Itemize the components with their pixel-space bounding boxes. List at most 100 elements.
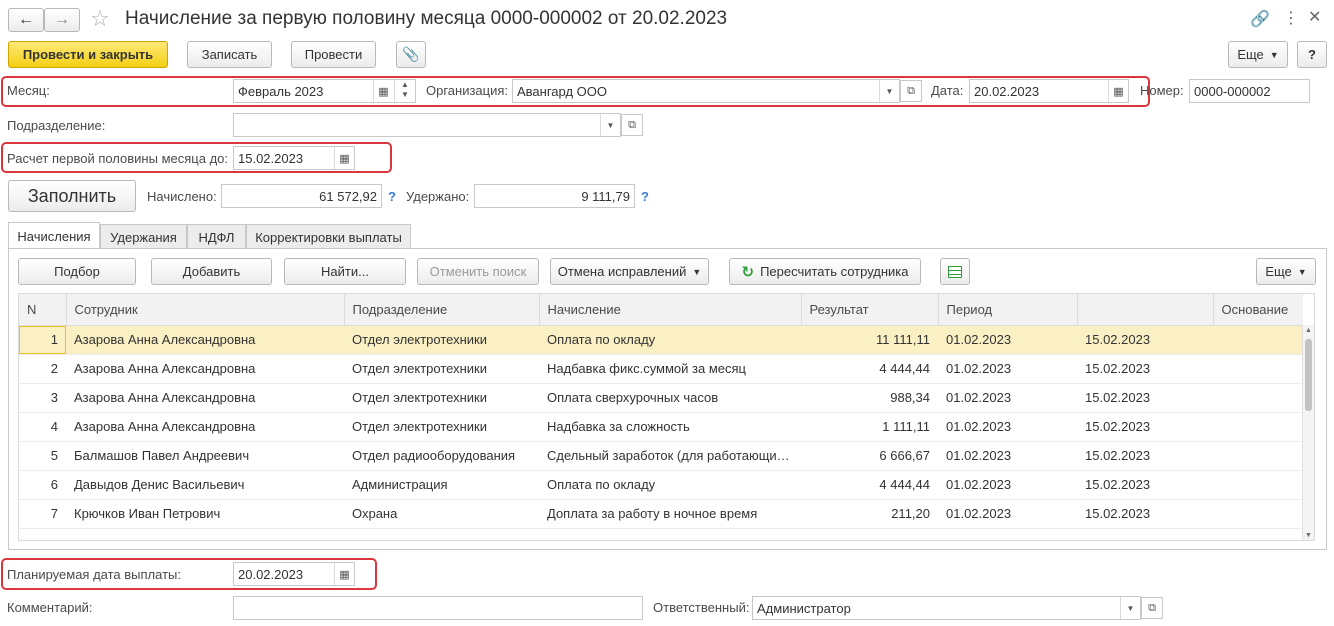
period-start-cell[interactable]: 01.02.2023 bbox=[938, 499, 1077, 529]
row-number-cell[interactable]: 4 bbox=[19, 412, 66, 442]
dept-dropdown-button[interactable]: ▼ bbox=[600, 114, 620, 136]
employee-cell[interactable]: Азарова Анна Александровна bbox=[66, 354, 344, 384]
dept-open-button[interactable]: ⧉ bbox=[621, 114, 643, 136]
table-row[interactable]: 1 Азарова Анна Александровна Отдел элект… bbox=[19, 325, 1303, 355]
scrollbar-thumb[interactable] bbox=[1305, 339, 1312, 411]
table-row[interactable]: 6 Давыдов Денис Васильевич Администрация… bbox=[19, 470, 1303, 500]
org-open-button[interactable]: ⧉ bbox=[900, 80, 922, 102]
basis-cell[interactable] bbox=[1213, 383, 1303, 413]
column-header[interactable]: Результат bbox=[801, 294, 939, 326]
more-button[interactable]: Еще ▼ bbox=[1228, 41, 1288, 68]
accrued-help-icon[interactable]: ? bbox=[388, 189, 396, 204]
recalc-employee-button[interactable]: ↻ Пересчитать сотрудника bbox=[729, 258, 921, 285]
basis-cell[interactable] bbox=[1213, 499, 1303, 529]
result-cell[interactable]: 4 444,44 bbox=[801, 470, 938, 500]
period-start-cell[interactable]: 01.02.2023 bbox=[938, 412, 1077, 442]
responsible-dropdown-button[interactable]: ▼ bbox=[1120, 597, 1140, 619]
accrual-cell[interactable]: Доплата за работу в ночное время bbox=[539, 499, 801, 529]
org-field[interactable]: Авангард ООО bbox=[512, 79, 900, 103]
calc-calendar-button[interactable]: ▦ bbox=[334, 147, 354, 169]
table-row[interactable]: 5 Балмашов Павел Андреевич Отдел радиооб… bbox=[19, 441, 1303, 471]
link-icon[interactable]: 🔗 bbox=[1250, 9, 1270, 29]
result-cell[interactable]: 988,34 bbox=[801, 383, 938, 413]
month-calendar-button[interactable]: ▦ bbox=[373, 80, 393, 102]
table-row[interactable]: 3 Азарова Анна Александровна Отдел элект… bbox=[19, 383, 1303, 413]
row-number-cell[interactable]: 3 bbox=[19, 383, 66, 413]
add-button[interactable]: Добавить bbox=[151, 258, 272, 285]
table-more-button[interactable]: Еще ▼ bbox=[1256, 258, 1316, 285]
cancel-corrections-button[interactable]: Отмена исправлений ▼ bbox=[550, 258, 709, 285]
row-number-cell[interactable]: 2 bbox=[19, 354, 66, 384]
department-cell[interactable]: Отдел радиооборудования bbox=[344, 441, 539, 471]
responsible-open-button[interactable]: ⧉ bbox=[1141, 597, 1163, 619]
column-header[interactable]: Период bbox=[938, 294, 1078, 326]
result-cell[interactable]: 211,20 bbox=[801, 499, 938, 529]
forward-button[interactable]: → bbox=[44, 8, 80, 32]
table-scrollbar[interactable]: ▲ ▼ bbox=[1302, 325, 1314, 540]
department-cell[interactable]: Отдел электротехники bbox=[344, 383, 539, 413]
basis-cell[interactable] bbox=[1213, 354, 1303, 384]
accrual-cell[interactable]: Оплата по окладу bbox=[539, 325, 801, 355]
period-end-cell[interactable]: 15.02.2023 bbox=[1077, 441, 1213, 471]
column-header[interactable]: Основание bbox=[1213, 294, 1303, 326]
period-end-cell[interactable]: 15.02.2023 bbox=[1077, 383, 1213, 413]
result-cell[interactable]: 4 444,44 bbox=[801, 354, 938, 384]
accrual-cell[interactable]: Оплата по окладу bbox=[539, 470, 801, 500]
result-cell[interactable]: 6 666,67 bbox=[801, 441, 938, 471]
department-cell[interactable]: Охрана bbox=[344, 499, 539, 529]
period-start-cell[interactable]: 01.02.2023 bbox=[938, 325, 1077, 355]
period-start-cell[interactable]: 01.02.2023 bbox=[938, 470, 1077, 500]
period-end-cell[interactable]: 15.02.2023 bbox=[1077, 354, 1213, 384]
responsible-field[interactable]: Администратор bbox=[752, 596, 1141, 620]
employee-cell[interactable]: Давыдов Денис Васильевич bbox=[66, 470, 344, 500]
period-end-cell[interactable]: 15.02.2023 bbox=[1077, 499, 1213, 529]
basis-cell[interactable] bbox=[1213, 412, 1303, 442]
post-button[interactable]: Провести bbox=[291, 41, 376, 68]
column-header[interactable]: Подразделение bbox=[344, 294, 540, 326]
attach-button[interactable]: 📎 bbox=[396, 41, 426, 68]
date-calendar-button[interactable]: ▦ bbox=[1108, 80, 1128, 102]
accrual-cell[interactable]: Сдельный заработок (для работающи… bbox=[539, 441, 801, 471]
comment-field[interactable] bbox=[233, 596, 643, 620]
row-number-cell[interactable]: 7 bbox=[19, 499, 66, 529]
employee-cell[interactable]: Азарова Анна Александровна bbox=[66, 325, 344, 355]
employee-cell[interactable]: Азарова Анна Александровна bbox=[66, 383, 344, 413]
date-field[interactable]: 20.02.2023 bbox=[969, 79, 1129, 103]
spreadsheet-button[interactable] bbox=[940, 258, 970, 285]
cancel-search-button[interactable]: Отменить поиск bbox=[417, 258, 539, 285]
table-row[interactable]: 4 Азарова Анна Александровна Отдел элект… bbox=[19, 412, 1303, 442]
number-field[interactable]: 0000-000002 bbox=[1189, 79, 1310, 103]
accrual-cell[interactable]: Оплата сверхурочных часов bbox=[539, 383, 801, 413]
employee-cell[interactable]: Крючков Иван Петрович bbox=[66, 499, 344, 529]
pick-button[interactable]: Подбор bbox=[18, 258, 136, 285]
period-start-cell[interactable]: 01.02.2023 bbox=[938, 354, 1077, 384]
period-end-cell[interactable]: 15.02.2023 bbox=[1077, 325, 1213, 355]
dept-field[interactable] bbox=[233, 113, 621, 137]
result-cell[interactable]: 1 111,11 bbox=[801, 412, 938, 442]
column-header[interactable] bbox=[1077, 294, 1214, 326]
scroll-up-arrow-icon[interactable]: ▲ bbox=[1305, 327, 1312, 334]
find-button[interactable]: Найти... bbox=[284, 258, 406, 285]
table-row[interactable]: 2 Азарова Анна Александровна Отдел элект… bbox=[19, 354, 1303, 384]
department-cell[interactable]: Отдел электротехники bbox=[344, 325, 539, 355]
basis-cell[interactable] bbox=[1213, 325, 1303, 355]
basis-cell[interactable] bbox=[1213, 470, 1303, 500]
row-number-cell[interactable]: 6 bbox=[19, 470, 66, 500]
save-button[interactable]: Записать bbox=[187, 41, 272, 68]
row-number-cell[interactable]: 5 bbox=[19, 441, 66, 471]
accrual-cell[interactable]: Надбавка фикс.суммой за месяц bbox=[539, 354, 801, 384]
fill-button[interactable]: Заполнить bbox=[8, 180, 136, 212]
payday-calendar-button[interactable]: ▦ bbox=[334, 563, 354, 585]
department-cell[interactable]: Отдел электротехники bbox=[344, 412, 539, 442]
department-cell[interactable]: Администрация bbox=[344, 470, 539, 500]
basis-cell[interactable] bbox=[1213, 441, 1303, 471]
column-header[interactable]: Сотрудник bbox=[66, 294, 345, 326]
row-number-cell[interactable]: 1 bbox=[19, 325, 66, 355]
favorite-star-icon[interactable]: ☆ bbox=[90, 6, 110, 32]
period-end-cell[interactable]: 15.02.2023 bbox=[1077, 412, 1213, 442]
period-start-cell[interactable]: 01.02.2023 bbox=[938, 383, 1077, 413]
back-button[interactable]: ← bbox=[8, 8, 44, 32]
column-header[interactable]: N bbox=[19, 294, 67, 326]
column-header[interactable]: Начисление bbox=[539, 294, 802, 326]
employee-cell[interactable]: Азарова Анна Александровна bbox=[66, 412, 344, 442]
